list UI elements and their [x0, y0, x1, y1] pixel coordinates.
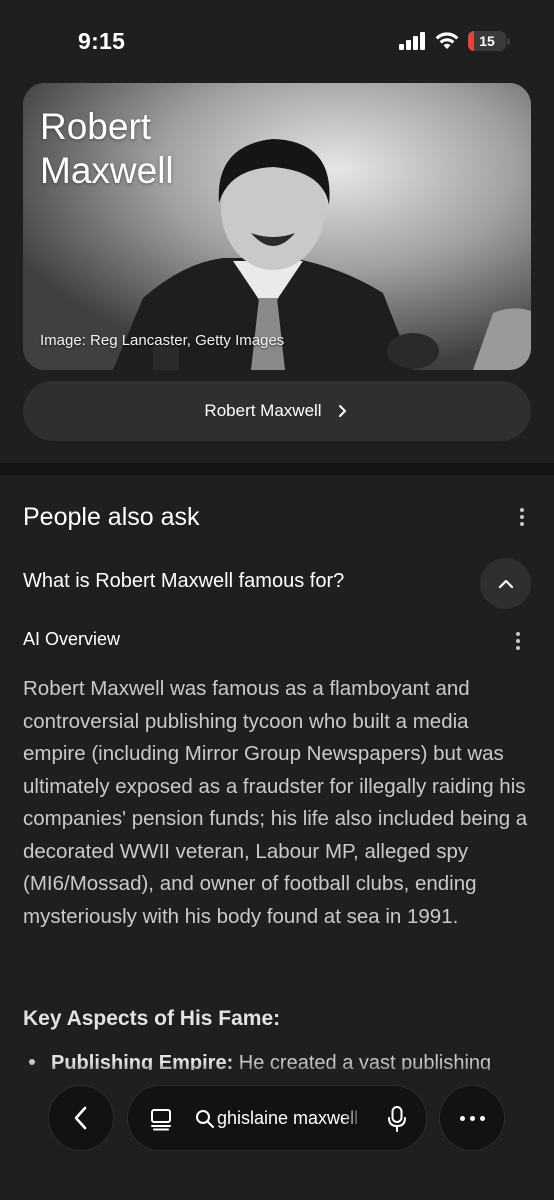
search-icon [196, 1110, 214, 1128]
ai-overview-more-icon[interactable] [508, 629, 528, 653]
key-aspects-heading: Key Aspects of His Fame: [23, 1007, 281, 1030]
more-menu-button[interactable] [439, 1085, 505, 1151]
signal-icon [399, 32, 425, 50]
more-dots-icon [459, 1115, 485, 1121]
wifi-icon [435, 32, 459, 49]
search-bar[interactable]: ghislaine maxwell [127, 1085, 427, 1151]
battery-icon: 15 [468, 31, 506, 51]
chevron-left-icon [74, 1106, 87, 1130]
back-button[interactable] [48, 1085, 114, 1151]
image-credit: Image: Reg Lancaster, Getty Images [40, 332, 285, 349]
hero-title: Robert Maxwell [40, 106, 174, 191]
entity-link-button[interactable]: Robert Maxwell [23, 381, 531, 441]
question-text[interactable]: What is Robert Maxwell famous for? [23, 570, 344, 593]
ai-overview-answer: Robert Maxwell was famous as a flamboyan… [23, 677, 528, 928]
tabs-icon[interactable] [149, 1107, 173, 1131]
search-query[interactable]: ghislaine maxwell [217, 1108, 365, 1129]
status-icons: 15 [398, 31, 510, 51]
collapse-button[interactable] [480, 558, 531, 609]
more-options-icon[interactable] [512, 505, 532, 529]
entity-link-label: Robert Maxwell [204, 401, 322, 420]
people-also-ask-title: People also ask [23, 503, 200, 531]
section-divider [0, 463, 554, 475]
hero-image-card[interactable]: Robert Maxwell Image: Reg Lancaster, Get… [23, 83, 531, 370]
battery-level: 15 [479, 33, 495, 49]
status-bar: 9:15 15 [0, 0, 554, 80]
chevron-right-icon [338, 405, 346, 417]
ai-overview-label: AI Overview [23, 629, 121, 649]
chevron-up-icon [498, 579, 513, 588]
microphone-icon[interactable] [385, 1105, 409, 1133]
status-time: 9:15 [78, 28, 126, 54]
